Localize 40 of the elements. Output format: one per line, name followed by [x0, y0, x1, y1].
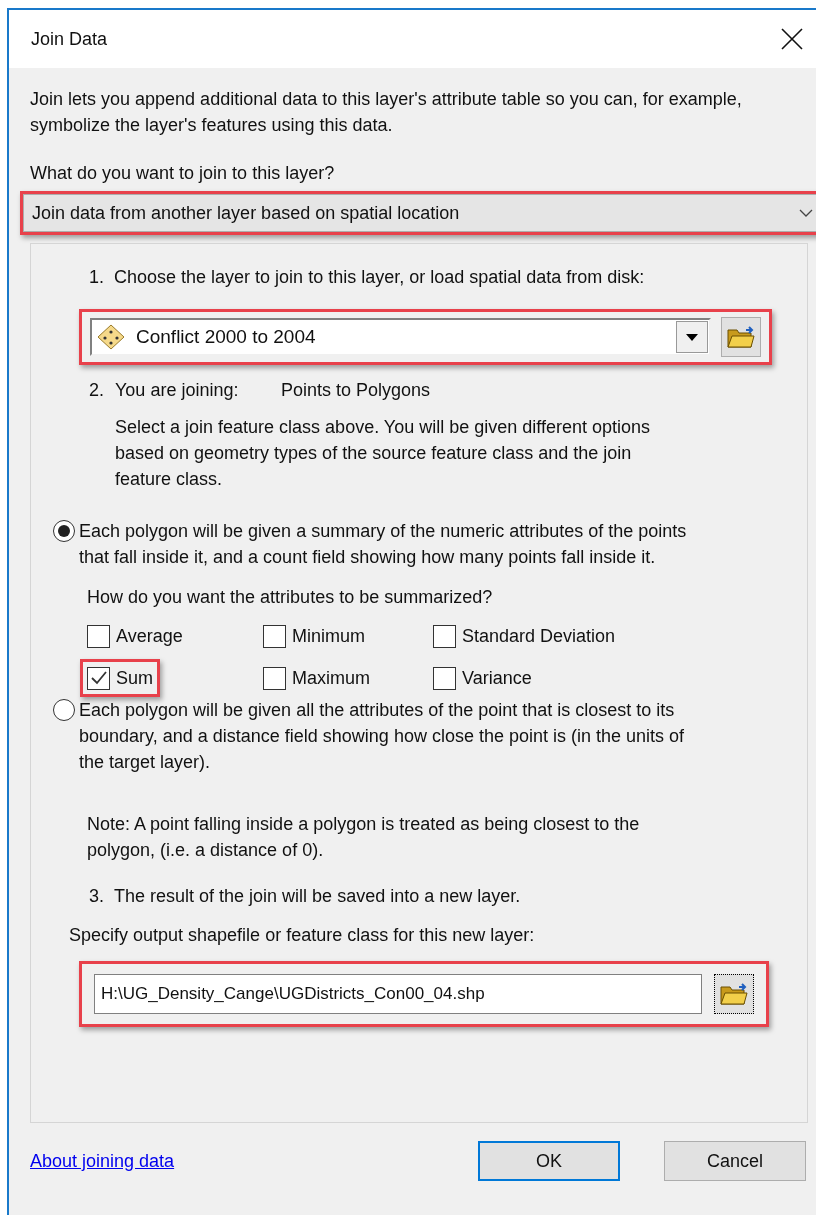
checkbox-option[interactable]: Sum — [87, 662, 153, 694]
step-label: The result of the join will be saved into a new layer. — [114, 885, 521, 908]
option-text: Each polygon will be given all the attributes of the point that is closest to its boundary, and a distance field showing how close the point is (in the units of the target layer). — [79, 699, 686, 774]
question-label: What do you want to join to this layer? — [30, 162, 335, 185]
close-icon — [781, 28, 803, 50]
caret-down-icon — [686, 333, 698, 341]
summary-question: How do you want the attributes to be summarized? — [87, 586, 493, 609]
layer-combo-box[interactable]: Conflict 2000 to 2004 — [90, 318, 711, 356]
checkbox-option[interactable]: Minimum — [263, 620, 365, 652]
dialog-button[interactable]: OK — [478, 1141, 620, 1181]
layer-value: Conflict 2000 to 2004 — [136, 324, 317, 349]
step-label: You are joining: — [115, 379, 240, 402]
checkbox-option[interactable]: Standard Deviation — [433, 620, 616, 652]
step-number: 2. — [89, 379, 105, 402]
help-link[interactable]: About joining data — [30, 1147, 175, 1175]
checkbox-option[interactable]: Maximum — [263, 662, 370, 694]
step-description: Select a join feature class above. You will be given different options based on geometry types of the source feature class and the join feature class. — [115, 416, 652, 491]
output-path-field[interactable]: H:\UG_Density_Cange\UGDistricts_Con00_04.shp — [94, 974, 702, 1014]
chevron-down-icon — [799, 209, 813, 217]
folder-icon — [719, 981, 749, 1007]
folder-icon — [726, 324, 756, 350]
checkmark-icon — [90, 671, 107, 685]
window-title: Join Data — [31, 27, 108, 51]
dialog-button[interactable]: Cancel — [664, 1141, 806, 1181]
output-prompt: Specify output shapefile or feature class for this new layer: — [69, 924, 535, 947]
point-layer-icon — [96, 324, 126, 350]
step-label: Choose the layer to join to this layer, or load spatial data from disk: — [114, 266, 645, 289]
join-type-dropdown[interactable]: Join data from another layer based on spatial location — [23, 194, 816, 232]
step-number: 1. — [89, 266, 104, 289]
dropdown-button[interactable] — [676, 321, 708, 353]
checkbox-option[interactable]: Average — [87, 620, 183, 652]
join-type-value: Points to Polygons — [281, 379, 431, 402]
radio-button[interactable] — [53, 520, 75, 542]
radio-button[interactable] — [53, 699, 75, 721]
note-text: Note: A point falling inside a polygon is treated as being closest to the polygon, (i.e. a distance of 0). — [87, 813, 641, 862]
option-text: Each polygon will be given a summary of the numeric attributes of the points that fall inside it, and a count field showing how many points fall inside it. — [79, 520, 688, 569]
browse-folder-button[interactable] — [714, 974, 754, 1014]
step-number: 3. — [89, 885, 104, 908]
intro-text: Join lets you append additional data to this layer's attribute table so you can, for example, symbolize the layer's features using this data. — [30, 88, 743, 137]
checkbox-option[interactable]: Variance — [433, 662, 532, 694]
